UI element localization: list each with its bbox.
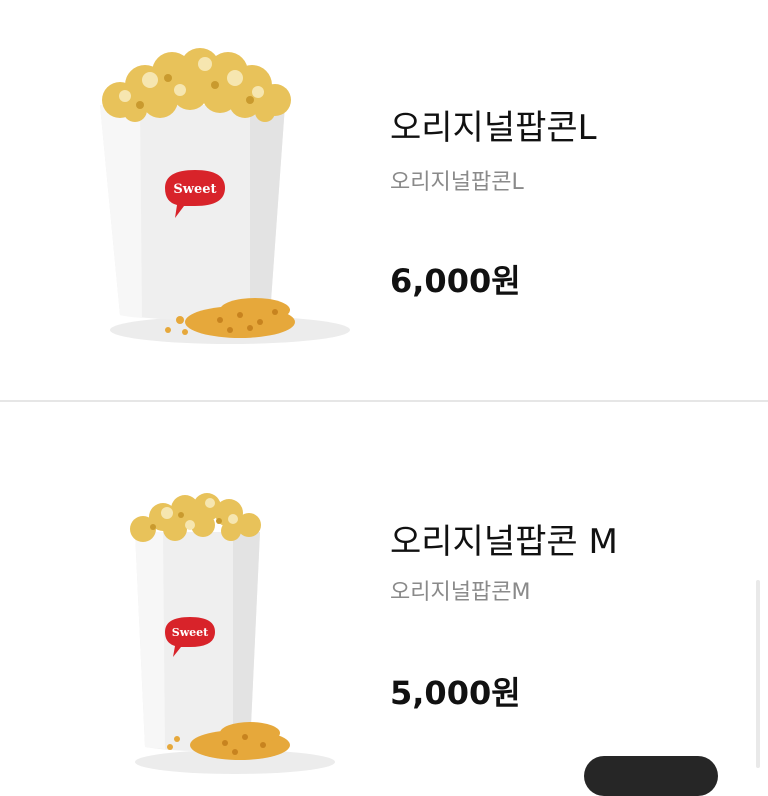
product-name: 오리지널팝콘L bbox=[390, 108, 597, 148]
floating-action-button[interactable] bbox=[584, 756, 718, 796]
product-description: 오리지널팝콘L bbox=[390, 170, 524, 195]
product-name: 오리지널팝콘 M bbox=[390, 522, 618, 562]
product-item-medium[interactable]: Sweet 오리지널팝콘 M 오리지널팝콘M 5,000원 bbox=[0, 402, 768, 774]
scrollbar[interactable] bbox=[756, 580, 760, 768]
product-description: 오리지널팝콘M bbox=[390, 580, 531, 605]
popcorn-large-image: Sweet bbox=[100, 48, 350, 344]
popcorn-medium-image: Sweet bbox=[130, 493, 335, 774]
product-item-large[interactable]: Sweet 오리지널팝콘L 오리지널팝콘L 6,000원 bbox=[0, 0, 768, 400]
product-price: 6,000원 bbox=[390, 262, 521, 300]
cup-logo-text: Sweet bbox=[173, 182, 216, 197]
cup-logo-text: Sweet bbox=[172, 626, 209, 639]
product-price: 5,000원 bbox=[390, 674, 521, 712]
